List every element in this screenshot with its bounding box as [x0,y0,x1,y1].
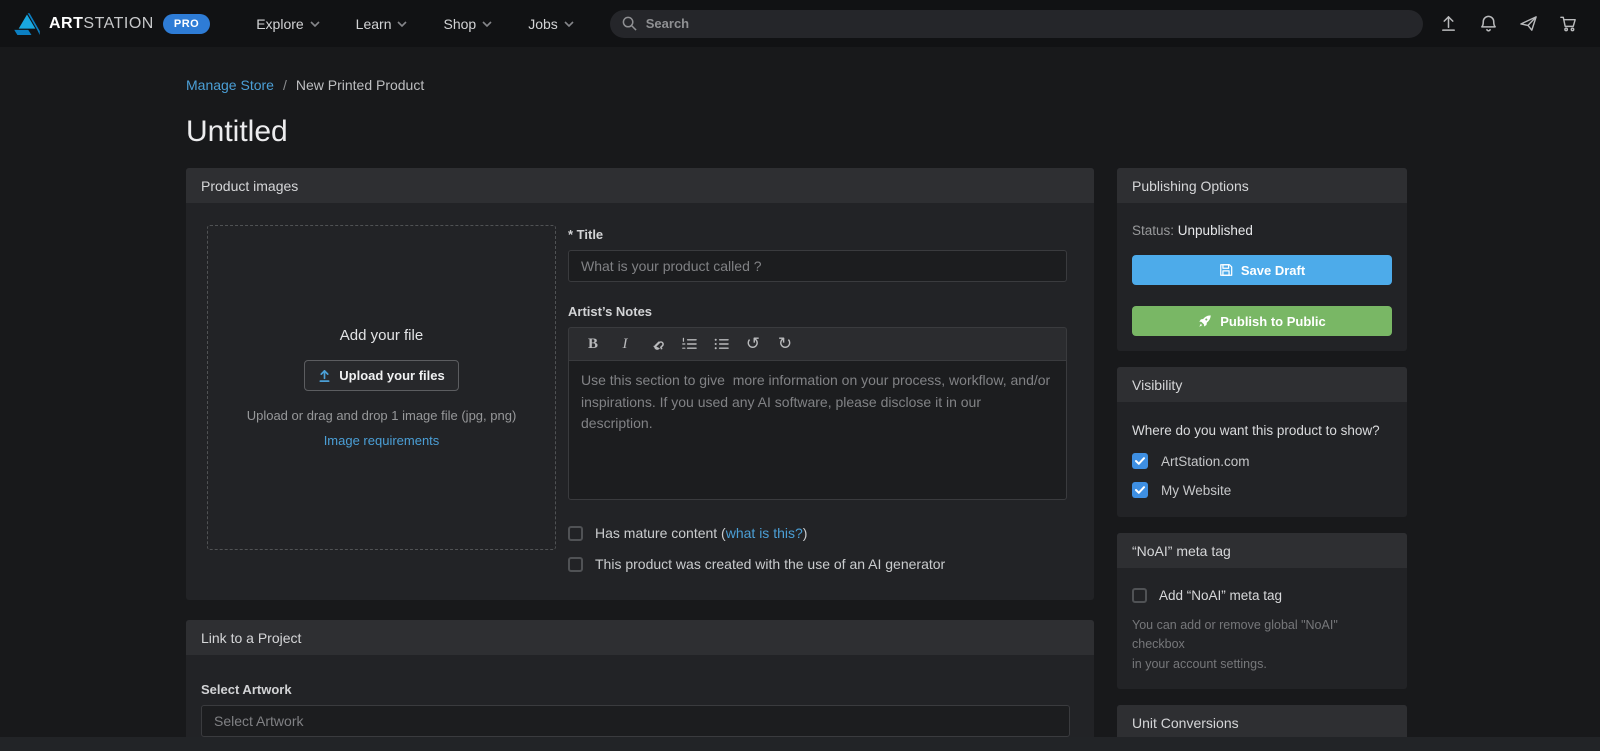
status-line: Status: Unpublished [1132,223,1253,238]
noai-checkbox-row: Add “NoAI” meta tag [1132,588,1392,603]
bullet-list-icon[interactable] [705,328,737,361]
main-nav: Explore Learn Shop Jobs [238,0,592,47]
upload-arrow-icon [318,369,331,383]
product-title-input[interactable] [568,250,1067,282]
unit-conversions-header: Unit Conversions [1117,705,1407,741]
new-printed-product-page: ARTSTATION PRO Explore Learn Shop Jobs S… [0,0,1600,751]
nav-item-jobs[interactable]: Jobs [510,0,592,47]
top-navbar: ARTSTATION PRO Explore Learn Shop Jobs [0,0,1600,47]
search-input[interactable] [645,16,1411,31]
upload-files-button[interactable]: Upload your files [304,360,459,391]
artists-notes-label: Artist’s Notes [568,304,653,319]
undo-icon[interactable]: ↺ [737,328,769,361]
ai-generator-checkbox[interactable] [568,556,583,572]
product-images-panel: Product images Add your file Upload your… [186,168,1094,600]
cart-icon[interactable] [1559,14,1578,33]
redo-icon[interactable]: ↻ [769,328,801,361]
notes-editor-toolbar: B I ↺ ↻ [568,327,1067,360]
italic-icon[interactable]: I [609,328,641,361]
breadcrumb-separator: / [282,77,287,93]
visibility-question: Where do you want this product to show? [1132,423,1380,438]
noai-meta-tag-panel: “NoAI” meta tag Add “NoAI” meta tag You … [1117,533,1407,690]
messages-paper-plane-icon[interactable] [1519,14,1538,33]
dropzone-hint: Upload or drag and drop 1 image file (jp… [246,408,517,423]
ai-generator-row: This product was created with the use of… [568,556,1067,572]
mature-content-row: Has mature content (what is this?) [568,525,1067,541]
search-icon [622,16,637,31]
navbar-actions [1439,14,1586,33]
link-to-project-panel: Link to a Project Select Artwork [186,620,1094,751]
status-value: Unpublished [1177,223,1253,238]
ai-generator-label: This product was created with the use of… [595,556,946,572]
visibility-option-my-website: My Website [1132,482,1392,498]
breadcrumb: Manage Store / New Printed Product [186,77,1600,93]
notifications-bell-icon[interactable] [1479,14,1498,33]
rocket-icon [1198,314,1212,328]
ordered-list-icon[interactable] [673,328,705,361]
publishing-options-panel: Publishing Options Status: Unpublished S… [1117,168,1407,351]
visibility-panel: Visibility Where do you want this produc… [1117,367,1407,517]
select-artwork-input[interactable] [201,705,1070,737]
visibility-header: Visibility [1117,367,1407,402]
chevron-down-icon [310,20,320,27]
artists-notes-textarea[interactable] [568,360,1067,500]
pro-badge: PRO [162,13,211,34]
link-icon[interactable] [641,328,673,361]
file-dropzone[interactable]: Add your file Upload your files Upload o… [207,225,556,550]
title-label: * Title [568,227,604,242]
mature-content-checkbox[interactable] [568,525,583,541]
floppy-disk-icon [1219,263,1233,277]
save-draft-button[interactable]: Save Draft [1132,255,1392,285]
publishing-options-header: Publishing Options [1117,168,1407,203]
image-requirements-link[interactable]: Image requirements [324,433,440,448]
product-images-header: Product images [186,168,1094,203]
select-artwork-label: Select Artwork [201,682,292,697]
page-title: Untitled [186,115,288,148]
what-is-this-link[interactable]: what is this? [726,525,803,541]
nav-item-learn[interactable]: Learn [338,0,426,47]
nav-item-explore[interactable]: Explore [238,0,337,47]
chevron-down-icon [564,20,574,27]
artstation-com-checkbox[interactable] [1132,453,1148,469]
artstation-logo-icon [14,12,40,35]
chevron-down-icon [482,20,492,27]
bold-icon[interactable]: B [577,328,609,361]
breadcrumb-manage-store-link[interactable]: Manage Store [186,77,274,93]
dropzone-heading: Add your file [339,327,424,344]
my-website-checkbox[interactable] [1132,482,1148,498]
noai-meta-tag-header: “NoAI” meta tag [1117,533,1407,568]
noai-checkbox[interactable] [1132,588,1147,603]
link-to-project-header: Link to a Project [186,620,1094,655]
visibility-option-artstation: ArtStation.com [1132,453,1392,469]
brand-name: ARTSTATION [49,14,154,32]
publish-to-public-button[interactable]: Publish to Public [1132,306,1392,336]
breadcrumb-current: New Printed Product [295,77,425,93]
search-bar[interactable] [609,9,1423,38]
bottom-scroll-strip[interactable] [0,737,1600,751]
mature-content-label: Has mature content (what is this?) [595,525,808,541]
upload-icon[interactable] [1439,14,1458,33]
artstation-logo[interactable]: ARTSTATION PRO [14,12,211,35]
chevron-down-icon [397,20,408,27]
nav-item-shop[interactable]: Shop [425,0,510,47]
noai-help-text: You can add or remove global "NoAI" chec… [1132,618,1338,671]
